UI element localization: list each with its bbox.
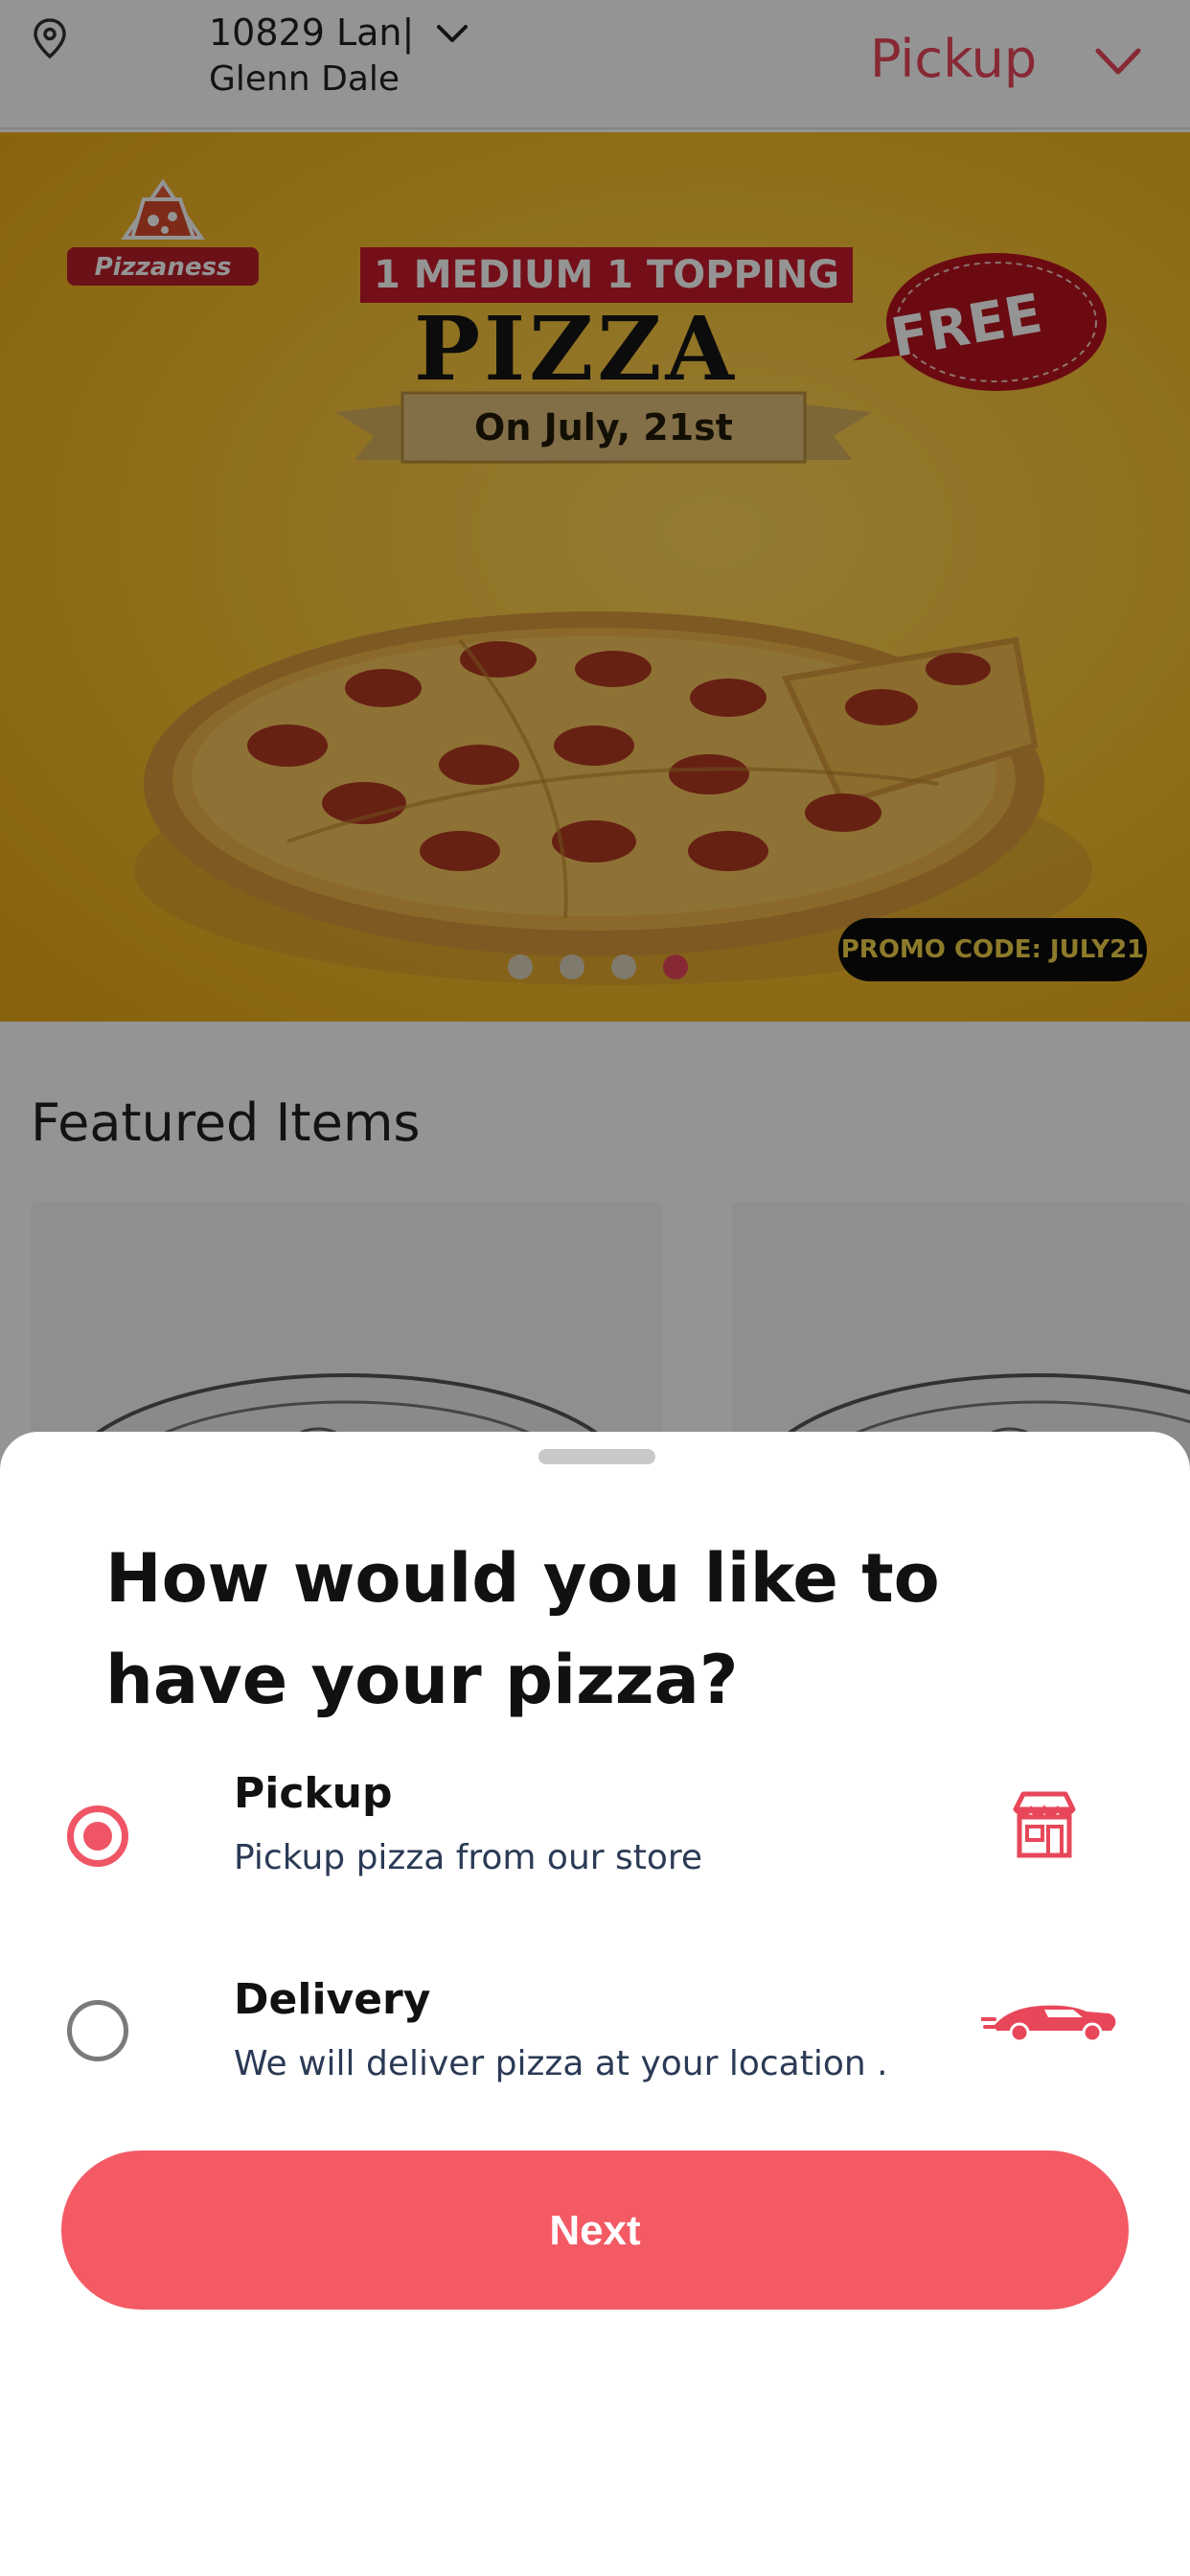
option-pickup[interactable]: Pickup Pickup pizza from our store	[0, 1758, 1190, 1940]
delivery-radio[interactable]	[67, 2000, 128, 2061]
option-description: We will deliver pizza at your location .	[234, 2044, 888, 2083]
option-description: Pickup pizza from our store	[234, 1838, 703, 1877]
pickup-radio[interactable]	[67, 1806, 128, 1867]
sheet-question: How would you like to have your pizza?	[105, 1539, 940, 1719]
car-icon	[981, 2005, 1116, 2043]
app-screen: 10829 Lan| Glenn Dale Pickup Pizzaness 1…	[0, 0, 1190, 2576]
option-delivery[interactable]: Delivery We will deliver pizza at your l…	[0, 1964, 1190, 2146]
store-icon	[1013, 1791, 1076, 1858]
option-title: Pickup	[234, 1769, 393, 1818]
option-title: Delivery	[234, 1975, 431, 2024]
order-mode-sheet: How would you like to have your pizza? P…	[0, 1432, 1190, 2576]
next-button[interactable]: Next	[61, 2150, 1129, 2310]
sheet-drag-handle[interactable]	[538, 1449, 655, 1464]
